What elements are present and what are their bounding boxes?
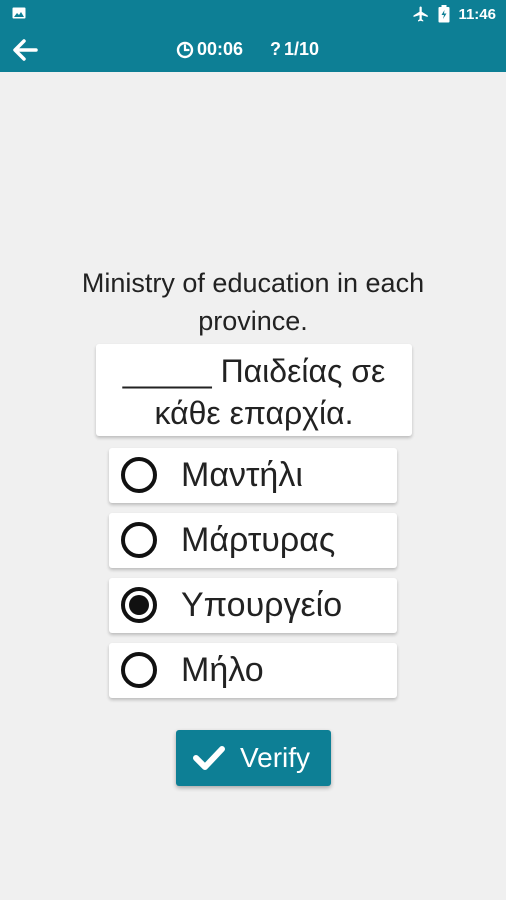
option-label: Μάρτυρας	[181, 521, 336, 559]
back-arrow-icon[interactable]	[10, 36, 40, 64]
app-bar: 00:06 ? 1/10	[0, 28, 506, 72]
sentence-text: _____ Παιδείας σε κάθε επαρχία.	[122, 353, 386, 431]
radio-unselected-icon[interactable]	[121, 457, 157, 493]
image-icon	[12, 7, 26, 19]
option-label: Μήλο	[181, 651, 264, 689]
verify-label: Verify	[240, 742, 311, 773]
question-progress: ? 1/10	[270, 39, 319, 60]
option-3[interactable]: Υπουργείο	[109, 578, 397, 633]
status-bar: 11:46	[0, 0, 506, 28]
question-icon: ?	[270, 39, 281, 59]
timer-value: 00:06	[197, 39, 244, 59]
sentence-card: _____ Παιδείας σε κάθε επαρχία.	[96, 344, 412, 436]
question-prompt: Ministry of education in each province.	[81, 268, 425, 336]
radio-selected-icon[interactable]	[121, 587, 157, 623]
progress-value: 1/10	[284, 39, 320, 59]
radio-unselected-icon[interactable]	[121, 522, 157, 558]
check-icon	[193, 746, 225, 770]
airplane-icon	[413, 6, 429, 22]
option-label: Υπουργείο	[181, 586, 343, 624]
battery-icon	[438, 5, 450, 23]
radio-unselected-icon[interactable]	[121, 652, 157, 688]
option-4[interactable]: Μήλο	[109, 643, 397, 698]
status-time: 11:46	[458, 5, 496, 23]
clock-icon	[176, 41, 194, 58]
verify-button[interactable]: Verify	[176, 730, 331, 786]
option-1[interactable]: Μαντήλι	[109, 448, 397, 503]
timer: 00:06	[176, 39, 243, 60]
option-label: Μαντήλι	[181, 456, 303, 494]
option-2[interactable]: Μάρτυρας	[109, 513, 397, 568]
status-right: 11:46	[412, 4, 496, 24]
